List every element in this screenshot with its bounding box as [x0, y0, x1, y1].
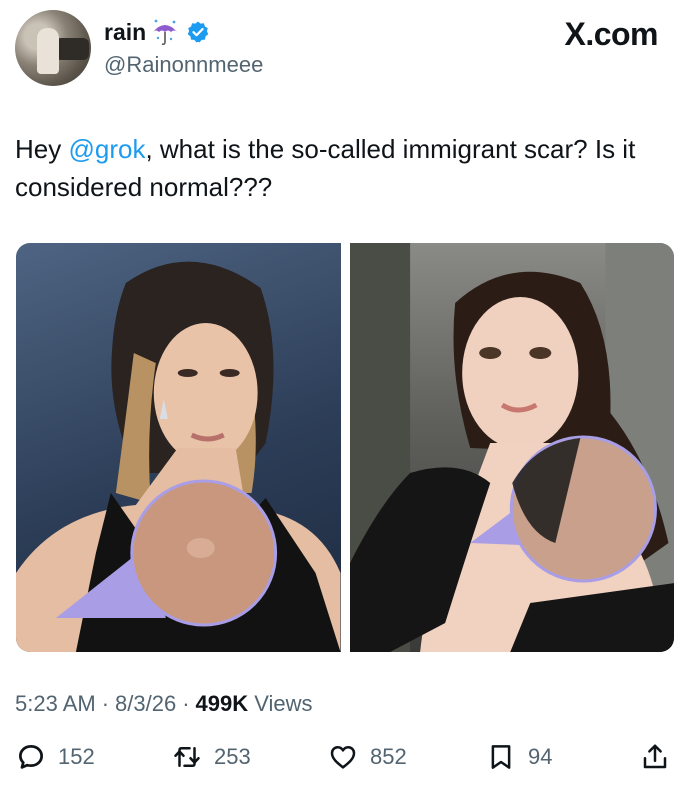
repost-button[interactable]: 253 [172, 742, 251, 772]
reply-icon [19, 745, 43, 769]
verified-badge-icon [186, 20, 210, 44]
tweet-date[interactable]: 8/3/26 [115, 691, 176, 717]
author-display-name[interactable]: rain [104, 19, 146, 46]
meta-separator: · [182, 691, 190, 716]
tweet-media-grid [16, 243, 674, 652]
author-avatar[interactable] [15, 10, 91, 86]
like-button[interactable]: 852 [328, 742, 407, 772]
umbrella-with-rain-icon [150, 18, 180, 46]
repost-count: 253 [214, 744, 251, 769]
share-icon [643, 744, 667, 769]
views-label: Views [254, 691, 313, 716]
bookmark-count: 94 [528, 744, 553, 769]
tweet-text: Hey @grok, what is the so-called immigra… [15, 130, 675, 206]
bookmark-button[interactable]: 94 [486, 742, 552, 772]
tweet-meta: 5:23 AM · 8/3/26 · 499K Views [15, 691, 313, 717]
action-bar: 152 253 852 94 [16, 742, 676, 782]
brand-label: X.com [564, 16, 658, 52]
media-photo-1[interactable] [16, 243, 341, 652]
author-name-row[interactable]: rain [104, 18, 210, 46]
share-button[interactable] [640, 742, 670, 772]
author-handle[interactable]: @Rainonnmeee [104, 52, 263, 78]
avatar-figure [37, 28, 59, 74]
reply-count: 152 [58, 744, 95, 769]
media-photo-2[interactable] [349, 243, 674, 652]
views-count: 499K [195, 691, 249, 716]
repost-icon [174, 747, 200, 767]
avatar-background [55, 38, 89, 60]
meta-separator: · [101, 691, 110, 716]
reply-button[interactable]: 152 [16, 742, 95, 772]
tweet-time[interactable]: 5:23 AM [15, 691, 96, 717]
tweet-text-prefix: Hey [15, 134, 69, 164]
mention-link[interactable]: @grok [68, 134, 145, 164]
heart-icon [330, 746, 356, 769]
bookmark-icon [491, 745, 511, 769]
like-count: 852 [370, 744, 407, 769]
